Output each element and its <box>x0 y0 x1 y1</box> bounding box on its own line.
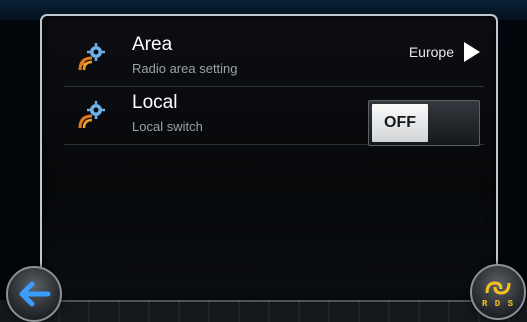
play-arrow-icon <box>464 42 480 62</box>
back-arrow-icon <box>19 281 51 307</box>
gear-signal-icon <box>78 43 105 71</box>
rds-label: R D S <box>481 299 514 309</box>
area-subtitle: Radio area setting <box>132 61 238 76</box>
area-value: Europe <box>408 44 454 60</box>
local-subtitle: Local switch <box>132 119 203 134</box>
rds-button[interactable]: R D S <box>470 264 526 320</box>
area-title: Area <box>132 34 173 55</box>
local-title: Local <box>132 92 178 113</box>
setting-row-local[interactable]: Local Local switch OFF <box>64 88 484 146</box>
setting-row-area[interactable]: Area Radio area setting Europe <box>64 30 484 87</box>
rds-icon <box>485 281 511 295</box>
toggle-state-label: OFF <box>372 104 428 142</box>
floor-reflection <box>0 300 527 322</box>
gear-signal-icon <box>78 101 105 129</box>
settings-panel: Area Radio area setting Europe Local Loc… <box>40 14 498 302</box>
local-toggle[interactable]: OFF <box>368 100 480 146</box>
area-value-button[interactable]: Europe <box>409 36 480 68</box>
back-button[interactable] <box>6 266 62 322</box>
